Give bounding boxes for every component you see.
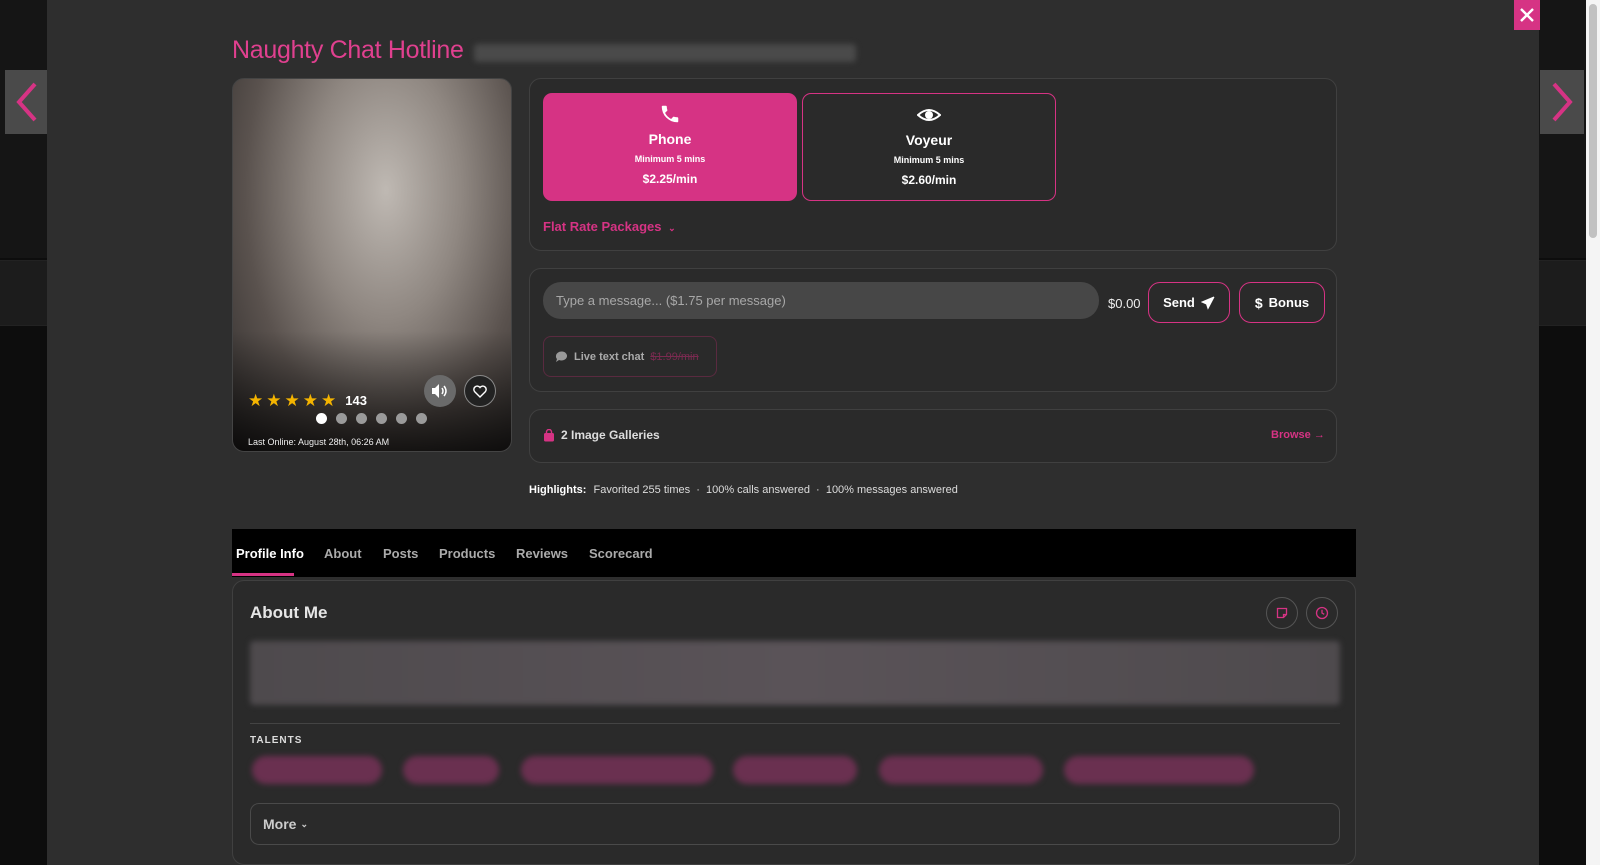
notes-button[interactable] bbox=[1266, 597, 1298, 629]
close-button[interactable] bbox=[1514, 0, 1540, 30]
phone-service-name: Phone bbox=[648, 131, 692, 147]
message-input[interactable] bbox=[543, 282, 1099, 319]
star-icon: ★ bbox=[302, 391, 318, 410]
profile-photo-card[interactable]: ★ ★ ★ ★ ★ 143 Last Online: August 28th, … bbox=[232, 78, 512, 452]
page-title: Naughty Chat Hotline bbox=[232, 36, 464, 64]
heart-icon bbox=[473, 384, 487, 398]
talent-chip bbox=[733, 756, 857, 784]
last-online-value: August 28th, 06:26 AM bbox=[298, 437, 390, 447]
last-online-label: Last Online: bbox=[248, 437, 297, 447]
carousel-dot[interactable] bbox=[316, 413, 327, 424]
highlights-label: Highlights: bbox=[529, 484, 587, 496]
active-tab-indicator bbox=[232, 573, 294, 576]
eye-icon bbox=[917, 109, 941, 121]
tab-reviews[interactable]: Reviews bbox=[516, 546, 568, 561]
about-me-title: About Me bbox=[250, 603, 328, 622]
send-button[interactable]: Send bbox=[1148, 282, 1230, 323]
talents-label: TALENTS bbox=[250, 735, 303, 746]
carousel-dot[interactable] bbox=[356, 413, 367, 424]
talent-chip bbox=[1064, 756, 1254, 784]
galleries-count-label: 2 Image Galleries bbox=[561, 428, 660, 442]
flat-rate-packages-toggle[interactable]: Flat Rate Packages ⌄ bbox=[543, 219, 676, 234]
star-rating: ★ ★ ★ ★ ★ 143 bbox=[248, 392, 367, 409]
arrow-right-icon: → bbox=[1313, 429, 1325, 441]
carousel-dot[interactable] bbox=[416, 413, 427, 424]
tab-products[interactable]: Products bbox=[439, 546, 495, 561]
voyeur-minimum: Minimum 5 mins bbox=[893, 155, 965, 165]
speaker-icon bbox=[432, 384, 447, 398]
live-text-chat-button[interactable]: Live text chat $1.99/min bbox=[543, 336, 717, 377]
highlights: Highlights: Favorited 255 times · 100% c… bbox=[529, 484, 958, 496]
favorite-button[interactable] bbox=[464, 375, 496, 407]
bonus-label: Bonus bbox=[1268, 295, 1310, 310]
about-me-section: About Me TALENTS More ⌄ bbox=[232, 580, 1356, 865]
talent-chip bbox=[252, 756, 382, 784]
bonus-button[interactable]: $ Bonus bbox=[1239, 282, 1325, 323]
photo-carousel-dots bbox=[316, 413, 427, 424]
carousel-dot[interactable] bbox=[336, 413, 347, 424]
carousel-dot[interactable] bbox=[376, 413, 387, 424]
phone-icon bbox=[661, 105, 679, 123]
voyeur-call-button[interactable]: Voyeur Minimum 5 mins $2.60/min bbox=[802, 93, 1056, 201]
sticky-note-icon bbox=[1276, 607, 1288, 619]
flat-rate-label: Flat Rate Packages bbox=[543, 219, 662, 234]
live-chat-label: Live text chat bbox=[574, 350, 645, 363]
talent-chip bbox=[403, 756, 499, 784]
star-icon: ★ bbox=[266, 391, 282, 410]
browse-galleries-link[interactable]: Browse → bbox=[1271, 429, 1325, 441]
star-icon: ★ bbox=[321, 391, 337, 410]
shopping-bag-icon bbox=[544, 428, 554, 441]
more-label: More bbox=[263, 816, 297, 832]
title-tagline-blurred bbox=[474, 44, 856, 62]
phone-price: $2.25/min bbox=[642, 172, 698, 186]
profile-tabs: Profile Info About Posts Products Review… bbox=[232, 529, 1356, 577]
sound-button[interactable] bbox=[424, 375, 456, 407]
dollar-icon: $ bbox=[1254, 294, 1263, 311]
talent-chip bbox=[879, 756, 1043, 784]
carousel-dot[interactable] bbox=[396, 413, 407, 424]
history-button[interactable] bbox=[1306, 597, 1338, 629]
chevron-left-icon bbox=[16, 82, 37, 122]
last-online: Last Online: August 28th, 06:26 AM bbox=[248, 437, 389, 447]
talent-chip bbox=[521, 756, 713, 784]
highlights-text: Favorited 255 times · 100% calls answere… bbox=[593, 484, 958, 496]
call-options-panel: Phone Minimum 5 mins $2.25/min Voyeur Mi… bbox=[529, 78, 1337, 251]
paper-plane-icon bbox=[1200, 296, 1215, 310]
message-cost: $0.00 bbox=[1108, 296, 1141, 311]
send-label: Send bbox=[1163, 295, 1195, 310]
scrollbar-thumb[interactable] bbox=[1589, 4, 1597, 238]
phone-call-button[interactable]: Phone Minimum 5 mins $2.25/min bbox=[543, 93, 797, 201]
tab-posts[interactable]: Posts bbox=[383, 546, 418, 561]
more-toggle[interactable]: More ⌄ bbox=[250, 803, 1340, 845]
tab-profile-info[interactable]: Profile Info bbox=[236, 546, 304, 561]
tab-scorecard[interactable]: Scorecard bbox=[589, 546, 653, 561]
chevron-down-icon: ⌄ bbox=[668, 223, 676, 233]
chevron-down-icon: ⌄ bbox=[300, 818, 308, 829]
previous-profile-button[interactable] bbox=[5, 70, 49, 134]
chevron-right-icon bbox=[1552, 82, 1573, 122]
chat-bubble-icon bbox=[555, 350, 567, 362]
voyeur-service-name: Voyeur bbox=[905, 132, 953, 148]
galleries-label: 2 Image Galleries bbox=[543, 428, 660, 442]
voyeur-price: $2.60/min bbox=[901, 173, 957, 187]
page-scrollbar[interactable] bbox=[1586, 0, 1600, 865]
clock-icon bbox=[1315, 606, 1329, 620]
browse-label: Browse bbox=[1271, 429, 1311, 441]
rating-count: 143 bbox=[345, 393, 367, 408]
live-chat-price: $1.99/min bbox=[650, 350, 699, 363]
section-divider bbox=[250, 723, 1340, 724]
star-icon: ★ bbox=[284, 391, 300, 410]
star-icon: ★ bbox=[248, 391, 264, 410]
tab-about[interactable]: About bbox=[324, 546, 362, 561]
next-profile-button[interactable] bbox=[1540, 70, 1584, 134]
image-galleries-panel: 2 Image Galleries Browse → bbox=[529, 409, 1337, 463]
close-icon bbox=[1520, 8, 1534, 22]
phone-minimum: Minimum 5 mins bbox=[634, 154, 706, 164]
message-panel: $0.00 Send $ Bonus Live text chat $1.99/… bbox=[529, 268, 1337, 392]
about-text-blurred bbox=[250, 641, 1340, 705]
